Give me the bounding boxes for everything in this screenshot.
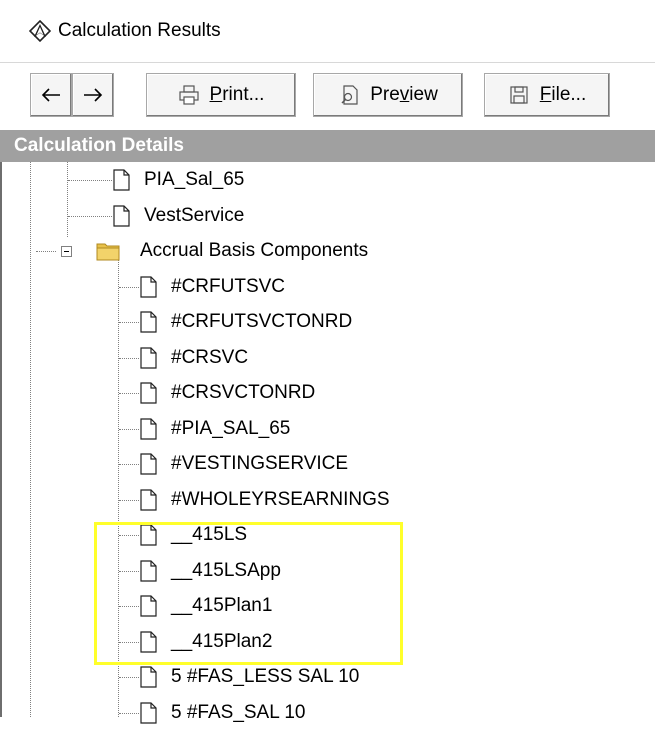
tree-item[interactable]: PIA_Sal_65 bbox=[144, 169, 244, 191]
tree-connector bbox=[119, 712, 139, 714]
tree-connector bbox=[119, 499, 139, 501]
tree-item[interactable]: #CRSVC bbox=[171, 347, 248, 369]
tree-connector bbox=[119, 286, 139, 288]
document-icon bbox=[140, 701, 157, 724]
folder-label[interactable]: Accrual Basis Components bbox=[140, 240, 368, 262]
tree-item[interactable]: 5 #FAS_SAL 10 bbox=[171, 702, 306, 724]
document-icon bbox=[140, 417, 157, 440]
file-mnemonic: F bbox=[539, 84, 552, 105]
printer-icon bbox=[178, 85, 199, 105]
preview-mnemonic: v bbox=[399, 84, 410, 105]
tree-connector bbox=[68, 180, 112, 181]
tree-item[interactable]: 5 #FAS_LESS SAL 10 bbox=[171, 666, 359, 688]
folder-icon bbox=[96, 241, 120, 261]
tree-connector bbox=[68, 215, 112, 217]
tree-item[interactable]: #CRFUTSVC bbox=[171, 276, 285, 298]
back-button[interactable] bbox=[30, 73, 72, 117]
tree-guide-line bbox=[67, 162, 68, 237]
tree-connector bbox=[119, 357, 139, 359]
document-icon bbox=[140, 382, 157, 404]
tree-item[interactable]: #WHOLEYRSEARNINGS bbox=[171, 489, 390, 511]
collapse-toggle[interactable] bbox=[61, 246, 72, 257]
tree-guide-line bbox=[30, 162, 31, 717]
calculation-details-header: Calculation Details bbox=[0, 130, 655, 162]
document-icon bbox=[113, 169, 130, 191]
tree-connector bbox=[36, 251, 56, 252]
print-mnemonic: P bbox=[209, 84, 223, 105]
document-icon bbox=[140, 453, 157, 475]
highlight-box bbox=[94, 522, 403, 665]
document-icon bbox=[140, 346, 157, 369]
arrow-right-icon bbox=[84, 88, 103, 102]
file-button[interactable]: File... bbox=[484, 73, 610, 117]
tree-connector bbox=[119, 428, 139, 430]
save-disk-icon bbox=[510, 86, 528, 104]
tree-connector bbox=[119, 393, 139, 394]
window-title: Calculation Results bbox=[58, 20, 221, 41]
document-icon bbox=[113, 204, 130, 227]
document-icon bbox=[140, 666, 157, 688]
tree-item[interactable]: #VESTINGSERVICE bbox=[171, 453, 348, 475]
preview-page-icon bbox=[341, 85, 358, 105]
toolbar: Print... Preview File... bbox=[0, 62, 655, 131]
tree-item[interactable]: VestService bbox=[144, 205, 244, 227]
forward-button[interactable] bbox=[72, 73, 114, 117]
title-bar: Calculation Results bbox=[0, 0, 655, 62]
tree-connector bbox=[119, 322, 139, 323]
tree-item[interactable]: #CRFUTSVCTONRD bbox=[171, 311, 352, 333]
preview-button[interactable]: Preview bbox=[313, 73, 463, 117]
document-icon bbox=[140, 311, 157, 333]
compass-logo-icon bbox=[29, 20, 51, 42]
tree-connector bbox=[119, 677, 139, 678]
tree-item[interactable]: #PIA_SAL_65 bbox=[171, 418, 290, 440]
arrow-left-icon bbox=[41, 88, 60, 102]
print-button[interactable]: Print... bbox=[146, 73, 296, 117]
document-icon bbox=[140, 275, 157, 298]
tree-connector bbox=[119, 464, 139, 465]
document-icon bbox=[140, 488, 157, 511]
tree-item[interactable]: #CRSVCTONRD bbox=[171, 382, 315, 404]
